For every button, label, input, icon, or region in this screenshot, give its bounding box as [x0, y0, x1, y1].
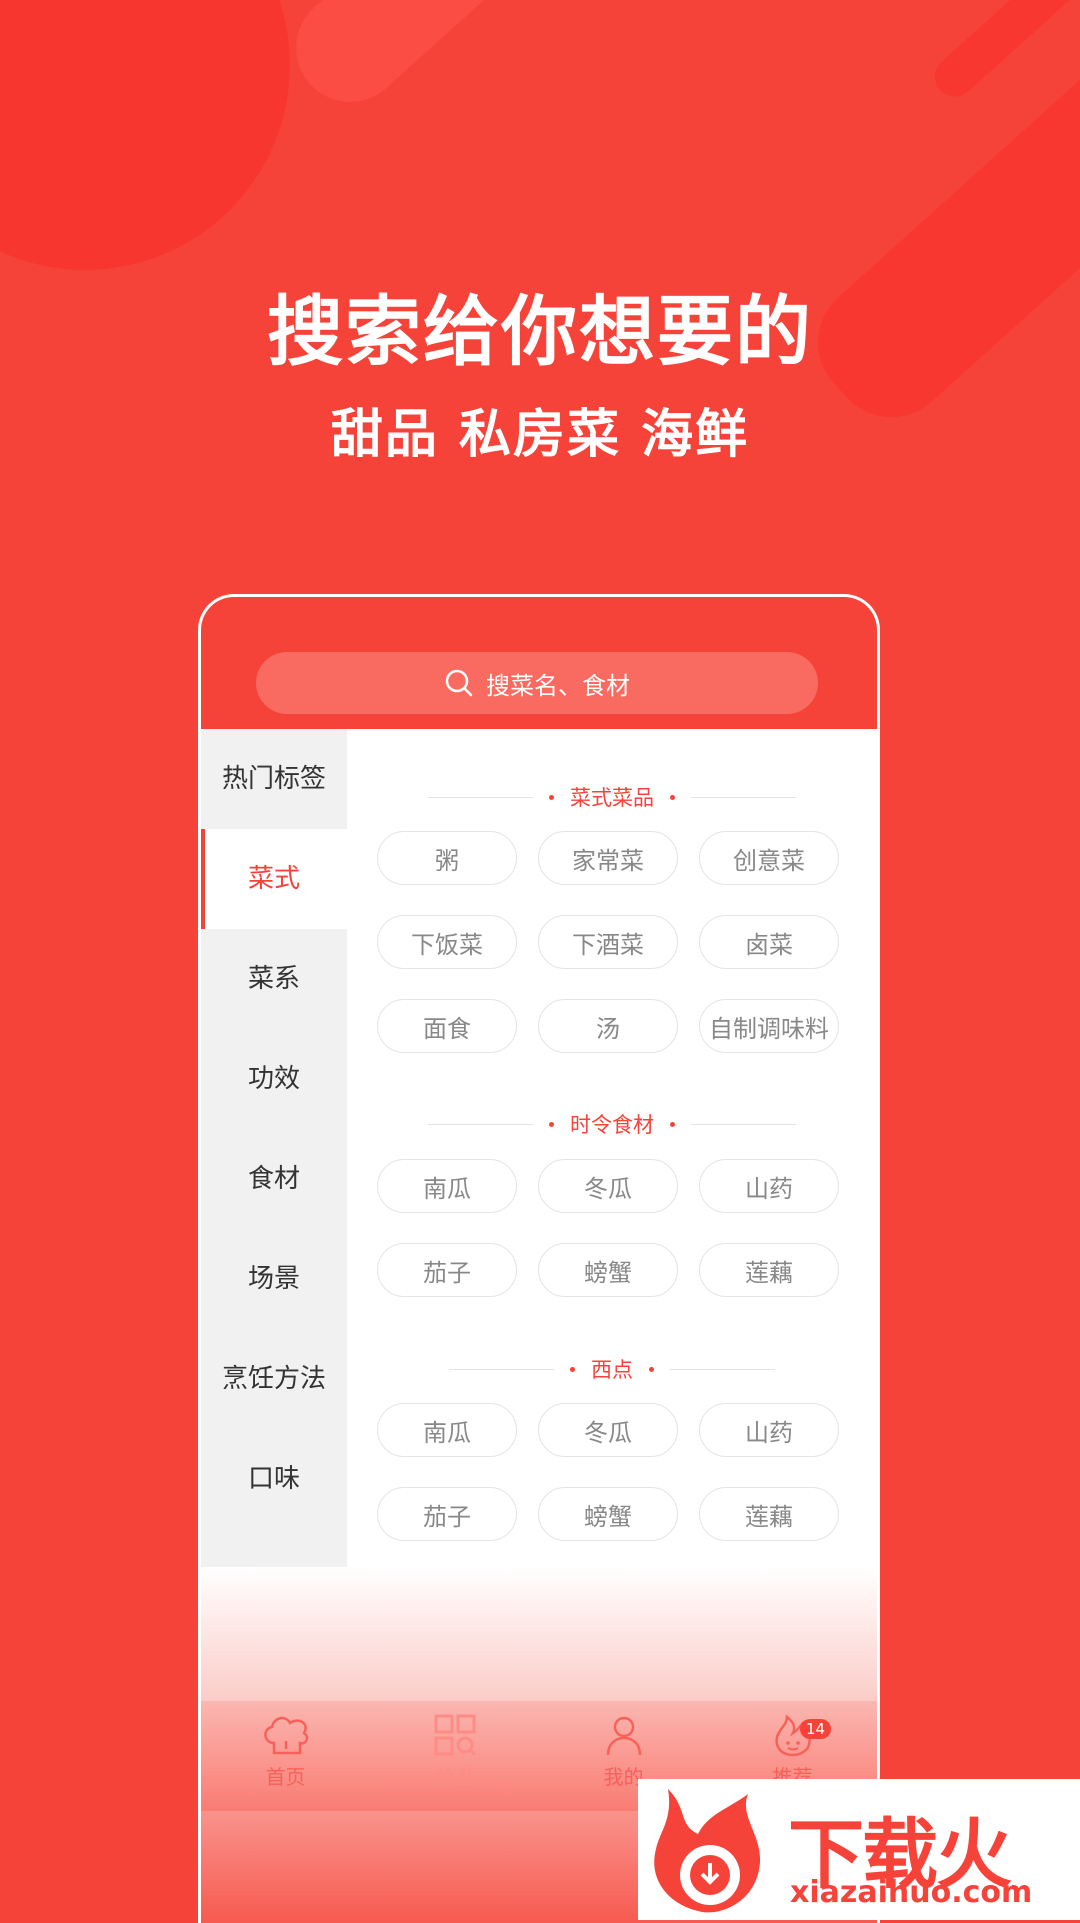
tag-chip[interactable]: 山药 — [699, 1159, 839, 1213]
tag-chip[interactable]: 莲藕 — [699, 1243, 839, 1297]
tag-chip[interactable]: 螃蟹 — [538, 1243, 678, 1297]
tag-chip[interactable]: 螃蟹 — [538, 1487, 678, 1541]
section-title-text: 西点 — [591, 1358, 633, 1382]
sidebar-item-cuisine[interactable]: 菜系 — [201, 929, 347, 1029]
tag-chip[interactable]: 面食 — [377, 999, 517, 1053]
tab-label: 分类 — [434, 1765, 475, 1789]
flame-logo-icon — [654, 1789, 761, 1913]
section-title: 菜式菜品 — [347, 777, 877, 817]
app-header: 搜菜名、食材 — [201, 597, 877, 729]
bg-stripe — [273, 0, 696, 125]
tag-panel: 菜式菜品 粥 家常菜 创意菜 下饭菜 下酒菜 卤菜 面食 汤 自制调味料 时令食… — [347, 729, 877, 1699]
promo-headline: 搜索给你想要的 — [267, 287, 813, 376]
notification-badge: 14 — [800, 1719, 832, 1739]
phone-mockup: 搜菜名、食材 热门标签 菜式 菜系 功效 食材 场景 烹饪方法 口味 菜式菜品 … — [198, 594, 880, 1923]
category-sidebar: 热门标签 菜式 菜系 功效 食材 场景 烹饪方法 口味 — [201, 729, 347, 1699]
sidebar-item-taste[interactable]: 口味 — [201, 1429, 347, 1529]
section-title-text: 时令食材 — [570, 1113, 654, 1137]
chef-hat-icon — [263, 1716, 308, 1755]
sidebar-item-effect[interactable]: 功效 — [201, 1029, 347, 1129]
tag-chip[interactable]: 汤 — [538, 999, 678, 1053]
tag-chip[interactable]: 茄子 — [377, 1243, 517, 1297]
search-placeholder: 搜菜名、食材 — [486, 671, 630, 700]
sidebar-item-ingredients[interactable]: 食材 — [201, 1129, 347, 1229]
tag-chip[interactable]: 茄子 — [377, 1487, 517, 1541]
tab-label: 首页 — [265, 1765, 306, 1789]
section-title-text: 菜式菜品 — [570, 786, 654, 810]
tab-category[interactable]: 分类 — [370, 1701, 539, 1811]
search-icon — [445, 669, 473, 697]
tag-chip[interactable]: 冬瓜 — [538, 1159, 678, 1213]
tag-chip[interactable]: 卤菜 — [699, 915, 839, 969]
tag-chip[interactable]: 冬瓜 — [538, 1403, 678, 1457]
tag-chip[interactable]: 南瓜 — [377, 1159, 517, 1213]
bg-stripe — [926, 0, 1080, 105]
search-bar[interactable]: 搜菜名、食材 — [256, 652, 818, 714]
sidebar-item-scene[interactable]: 场景 — [201, 1229, 347, 1329]
tag-chip[interactable]: 创意菜 — [699, 831, 839, 885]
sidebar-item-hot-tags[interactable]: 热门标签 — [201, 729, 347, 829]
tag-chip[interactable]: 家常菜 — [538, 831, 678, 885]
category-grid-icon — [434, 1714, 476, 1757]
tag-chip[interactable]: 莲藕 — [699, 1487, 839, 1541]
tag-chip[interactable]: 南瓜 — [377, 1403, 517, 1457]
watermark-logo: 下载火 xiazaihuo.com — [638, 1779, 1080, 1920]
sidebar-item-cooking-method[interactable]: 烹饪方法 — [201, 1329, 347, 1429]
tag-chip[interactable]: 粥 — [377, 831, 517, 885]
section-title: 时令食材 — [347, 1104, 877, 1144]
promo-subline: 甜品 私房菜 海鲜 — [330, 405, 750, 465]
tab-home[interactable]: 首页 — [201, 1701, 370, 1811]
tag-chip[interactable]: 下饭菜 — [377, 915, 517, 969]
section-title: 西点 — [347, 1349, 877, 1389]
person-icon — [606, 1716, 641, 1756]
watermark-url: xiazaihuo.com — [790, 1875, 1033, 1910]
tag-chip[interactable]: 下酒菜 — [538, 915, 678, 969]
tag-chip[interactable]: 自制调味料 — [699, 999, 839, 1053]
bg-circle — [0, 0, 290, 270]
tag-chip[interactable]: 山药 — [699, 1403, 839, 1457]
sidebar-item-dish-style[interactable]: 菜式 — [201, 829, 347, 929]
